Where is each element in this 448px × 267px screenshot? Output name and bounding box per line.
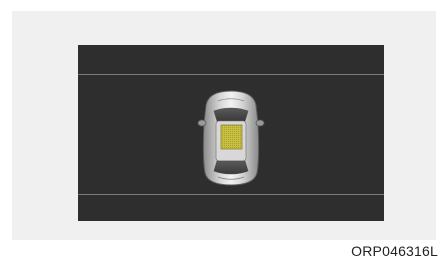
figure-code: ORP046316L	[351, 243, 438, 259]
cluster-display	[78, 45, 384, 221]
sunroof-highlight-icon	[220, 124, 243, 150]
